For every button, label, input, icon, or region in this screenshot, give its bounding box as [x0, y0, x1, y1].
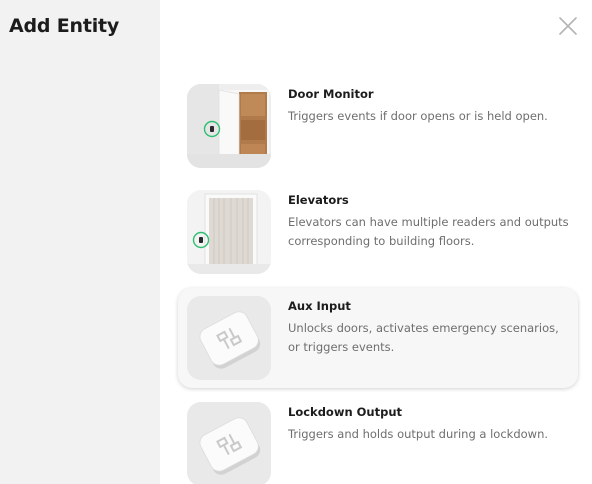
- entity-name: Elevators: [288, 193, 349, 207]
- aux-input-device-icon: [187, 296, 271, 380]
- page-title: Add Entity: [9, 15, 120, 37]
- elevators-thumbnail: [187, 190, 271, 274]
- entity-name: Lockdown Output: [288, 405, 403, 419]
- lockdown-output-thumbnail: [187, 402, 271, 484]
- entity-list: Door Monitor Triggers events if door ope…: [160, 0, 592, 484]
- entity-description: Triggers events if door opens or is held…: [288, 109, 548, 123]
- door-monitor-thumbnail: [187, 84, 271, 168]
- entity-description: Elevators can have multiple readers and …: [288, 215, 569, 248]
- entity-name: Aux Input: [288, 299, 351, 313]
- entity-description: Triggers and holds output during a lockd…: [288, 427, 549, 441]
- entity-name: Door Monitor: [288, 87, 374, 101]
- aux-input-thumbnail: [187, 296, 271, 380]
- lockdown-output-device-icon: [187, 402, 271, 484]
- elevator-icon: [187, 190, 271, 274]
- entity-option-door-monitor[interactable]: Door Monitor Triggers events if door ope…: [178, 76, 578, 176]
- sidebar: Add Entity: [0, 0, 160, 484]
- entity-description: Unlocks doors, activates emergency scena…: [288, 321, 559, 354]
- entity-option-lockdown-output[interactable]: Lockdown Output Triggers and holds outpu…: [178, 394, 578, 484]
- entity-option-aux-input[interactable]: Aux Input Unlocks doors, activates emerg…: [178, 288, 578, 388]
- door-monitor-icon: [187, 84, 271, 168]
- entity-option-elevators[interactable]: Elevators Elevators can have multiple re…: [178, 182, 578, 282]
